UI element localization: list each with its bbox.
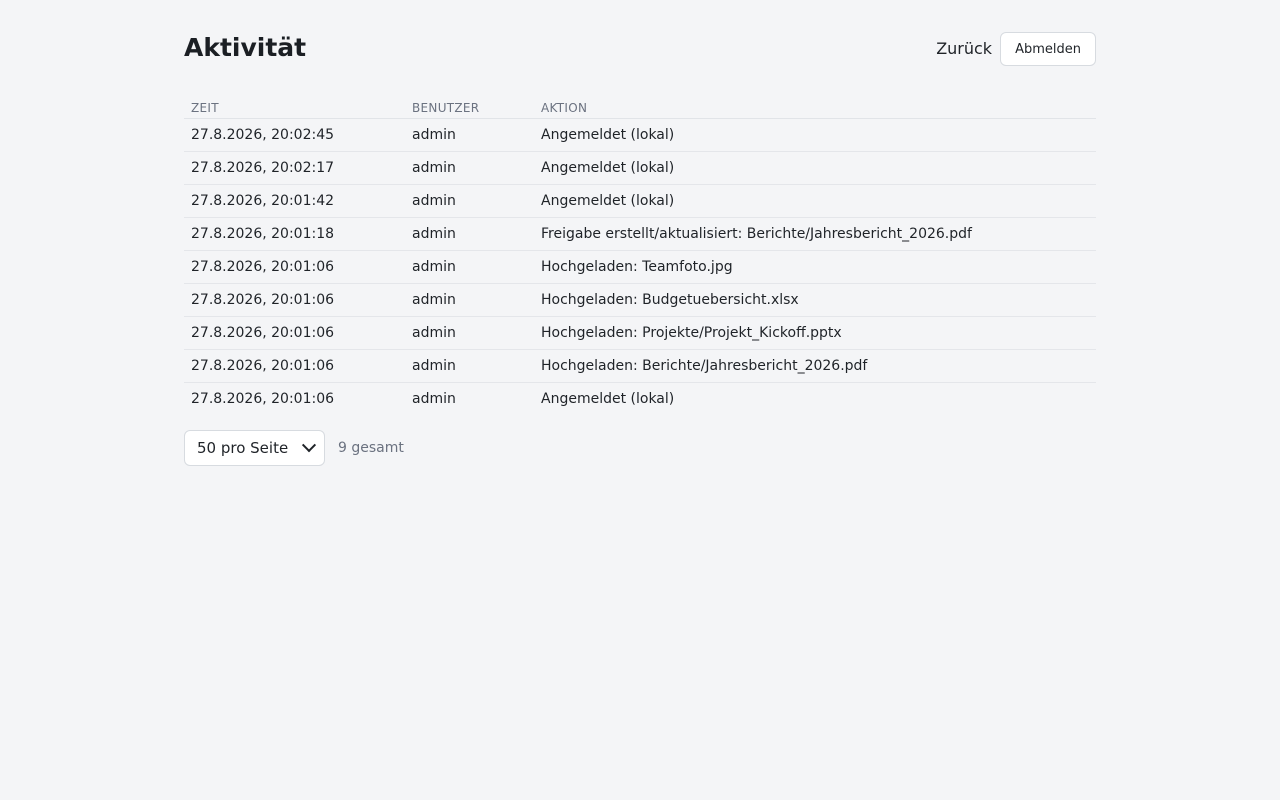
header-actions: Zurück Abmelden	[936, 32, 1096, 66]
page-title: Aktivität	[184, 33, 307, 62]
table-row: 27.8.2026, 20:02:17 admin Angemeldet (lo…	[184, 151, 1096, 185]
table-row: 27.8.2026, 20:01:42 admin Angemeldet (lo…	[184, 184, 1096, 218]
cell-action: Hochgeladen: Teamfoto.jpg	[534, 250, 1096, 284]
table-row: 27.8.2026, 20:01:18 admin Freigabe erste…	[184, 217, 1096, 251]
table-row: 27.8.2026, 20:01:06 admin Hochgeladen: B…	[184, 283, 1096, 317]
cell-user: admin	[405, 151, 534, 185]
cell-time: 27.8.2026, 20:01:18	[184, 217, 405, 251]
cell-user: admin	[405, 184, 534, 218]
cell-action: Angemeldet (lokal)	[534, 184, 1096, 218]
page-size-select[interactable]: 50 pro Seite	[184, 430, 325, 466]
cell-time: 27.8.2026, 20:01:06	[184, 316, 405, 350]
column-header-user: BENUTZER	[405, 98, 534, 119]
cell-user: admin	[405, 250, 534, 284]
chevron-down-icon	[301, 438, 317, 453]
cell-user: admin	[405, 217, 534, 251]
cell-user: admin	[412, 391, 456, 407]
cell-action: Angemeldet (lokal)	[541, 391, 675, 407]
cell-time: 27.8.2026, 20:01:06	[184, 283, 405, 317]
cell-user: admin	[405, 349, 534, 383]
activity-page: Aktivität Zurück Abmelden ZEIT BENUTZER …	[184, 0, 1096, 466]
table-header-row: ZEIT BENUTZER AKTION	[184, 98, 1096, 119]
table-row: 27.8.2026, 20:02:45 admin Angemeldet (lo…	[184, 118, 1096, 152]
cell-time: 27.8.2026, 20:02:45	[184, 118, 405, 152]
cell-user: admin	[405, 118, 534, 152]
table-row: 27.8.2026, 20:01:06 admin Hochgeladen: T…	[184, 250, 1096, 284]
page-header: Aktivität Zurück Abmelden	[184, 0, 1096, 98]
cell-user: admin	[405, 283, 534, 317]
cell-action: Hochgeladen: Berichte/Jahresbericht_2026…	[534, 349, 1096, 383]
cell-time: 27.8.2026, 20:01:42	[184, 184, 405, 218]
cell-action: Hochgeladen: Projekte/Projekt_Kickoff.pp…	[534, 316, 1096, 350]
table-row: 27.8.2026, 20:01:06 admin Hochgeladen: B…	[184, 349, 1096, 383]
table-footer: 50 pro Seite 9 gesamt	[184, 430, 1096, 466]
cell-action: Freigabe erstellt/aktualisiert: Berichte…	[534, 217, 1096, 251]
table-row: 27.8.2026, 20:01:06 admin Angemeldet (lo…	[184, 383, 1096, 416]
cell-time: 27.8.2026, 20:01:06	[191, 391, 335, 407]
table-row: 27.8.2026, 20:01:06 admin Hochgeladen: P…	[184, 316, 1096, 350]
cell-user: admin	[405, 316, 534, 350]
logout-button[interactable]: Abmelden	[1000, 32, 1096, 66]
total-count: 9 gesamt	[338, 440, 404, 456]
cell-time: 27.8.2026, 20:01:06	[184, 250, 405, 284]
cell-action: Angemeldet (lokal)	[534, 151, 1096, 185]
page-size-value: 50 pro Seite	[197, 439, 289, 457]
cell-time: 27.8.2026, 20:02:17	[184, 151, 405, 185]
column-header-time: ZEIT	[184, 98, 405, 119]
cell-time: 27.8.2026, 20:01:06	[184, 349, 405, 383]
column-header-action: AKTION	[534, 98, 1096, 119]
cell-action: Angemeldet (lokal)	[534, 118, 1096, 152]
back-link[interactable]: Zurück	[936, 32, 992, 66]
activity-table: ZEIT BENUTZER AKTION 27.8.2026, 20:02:45…	[184, 98, 1096, 415]
cell-action: Hochgeladen: Budgetuebersicht.xlsx	[534, 283, 1096, 317]
